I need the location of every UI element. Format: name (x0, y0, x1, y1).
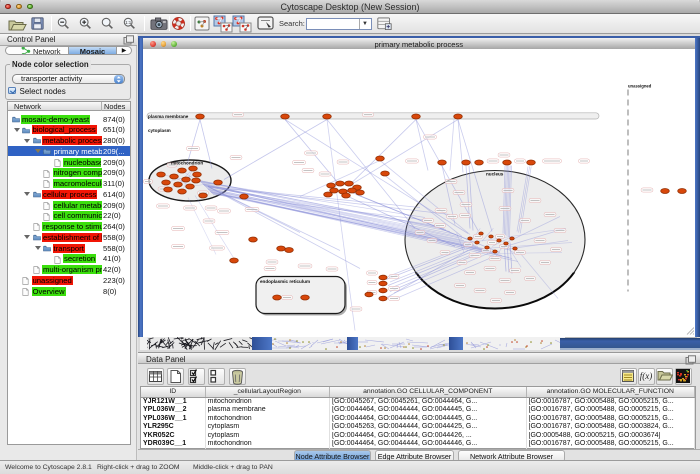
svg-text:1:1: 1:1 (125, 19, 132, 24)
svg-text:cytoplasm: cytoplasm (148, 128, 171, 133)
svg-text:endoplasmic reticulum: endoplasmic reticulum (260, 279, 310, 284)
svg-text:f(x): f(x) (640, 371, 653, 381)
svg-text:nucleus: nucleus (486, 171, 504, 176)
svg-text:plasma membrane: plasma membrane (148, 113, 189, 118)
svg-text:mitochondrion: mitochondrion (171, 160, 203, 165)
svg-text:unassigned: unassigned (628, 83, 652, 88)
